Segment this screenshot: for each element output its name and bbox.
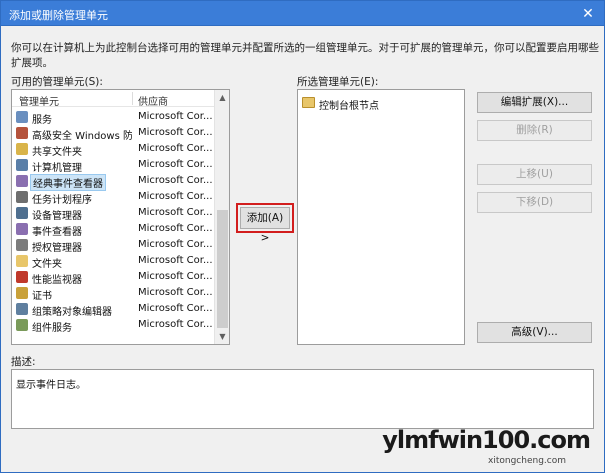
selected-snapins-label: 所选管理单元(E): (297, 76, 379, 88)
snapin-row[interactable]: 组件服务 Microsoft Cor... (12, 317, 216, 334)
snapin-vendor: Microsoft Cor... (138, 271, 213, 282)
close-icon[interactable]: ✕ (578, 4, 598, 24)
list-header: 管理单元 供应商 (12, 90, 214, 108)
snapin-name: 授权管理器 (32, 243, 82, 254)
snapin-vendor: Microsoft Cor... (138, 175, 213, 186)
column-header-name[interactable]: 管理单元 (19, 93, 59, 108)
snapin-row[interactable]: 计算机管理 Microsoft Cor... (12, 157, 216, 174)
clock-icon (16, 191, 28, 203)
folder-icon (16, 255, 28, 267)
snapin-name: 计算机管理 (32, 163, 82, 174)
snapin-row[interactable]: 共享文件夹 Microsoft Cor... (12, 141, 216, 158)
snapin-name: 组策略对象编辑器 (32, 307, 112, 318)
snapin-row[interactable]: 文件夹 Microsoft Cor... (12, 253, 216, 270)
move-up-button[interactable]: 上移(U) (477, 164, 592, 185)
watermark-main: ylmfwin100.com (382, 426, 591, 454)
snapin-name: 文件夹 (32, 259, 62, 270)
snapin-row[interactable]: 高级安全 Windows 防... Microsoft Cor... (12, 125, 216, 142)
add-button[interactable]: 添加(A) > (240, 207, 290, 244)
authorization-icon (16, 239, 28, 251)
shared-folder-icon (16, 143, 28, 155)
console-root-label: 控制台根节点 (319, 101, 379, 112)
snapin-row[interactable]: 事件查看器 Microsoft Cor... (12, 221, 216, 238)
scroll-thumb[interactable] (217, 210, 228, 328)
scroll-up-icon[interactable]: ▲ (218, 93, 227, 102)
snapin-name: 事件查看器 (32, 227, 82, 238)
gears-icon (16, 111, 28, 123)
watermark-sub: xitongcheng.com (488, 456, 566, 466)
snapin-name: 证书 (32, 291, 52, 302)
snapin-name: 共享文件夹 (32, 147, 82, 158)
snapin-row[interactable]: 组策略对象编辑器 Microsoft Cor... (12, 301, 216, 318)
certificate-icon (16, 287, 28, 299)
title-bar: 添加或删除管理单元 ✕ (0, 0, 605, 26)
snapin-vendor: Microsoft Cor... (138, 255, 213, 266)
available-snapins-list[interactable]: 管理单元 供应商 服务 Microsoft Cor... 高级安全 Windows … (11, 89, 230, 345)
group-policy-icon (16, 303, 28, 315)
snapin-name: 服务 (32, 115, 52, 126)
watermark-logo: ylmfwin100.com xitongcheng.com (382, 426, 591, 466)
snapin-row[interactable]: 服务 Microsoft Cor... (12, 109, 216, 126)
selected-snapins-list[interactable]: 控制台根节点 (297, 89, 465, 345)
folder-icon (302, 97, 315, 108)
snapin-rows: 服务 Microsoft Cor... 高级安全 Windows 防... Micro… (12, 109, 216, 334)
snapin-vendor: Microsoft Cor... (138, 159, 213, 170)
column-header-vendor[interactable]: 供应商 (138, 93, 168, 108)
snapin-vendor: Microsoft Cor... (138, 191, 213, 202)
move-down-button[interactable]: 下移(D) (477, 192, 592, 213)
instructions-text: 你可以在计算机上为此控制台选择可用的管理单元并配置所选的一组管理单元。对于可扩展… (11, 42, 599, 69)
performance-icon (16, 271, 28, 283)
device-manager-icon (16, 207, 28, 219)
remove-button[interactable]: 删除(R) (477, 120, 592, 141)
edit-extensions-button[interactable]: 编辑扩展(X)... (477, 92, 592, 113)
description-box: 显示事件日志。 (11, 369, 594, 429)
snapin-vendor: Microsoft Cor... (138, 239, 213, 250)
snapin-vendor: Microsoft Cor... (138, 223, 213, 234)
firewall-icon (16, 127, 28, 139)
snapin-name: 任务计划程序 (32, 195, 92, 206)
event-log-icon (16, 223, 28, 235)
snapin-vendor: Microsoft Cor... (138, 319, 213, 330)
dialog-body: 你可以在计算机上为此控制台选择可用的管理单元并配置所选的一组管理单元。对于可扩展… (0, 26, 605, 473)
list-scrollbar[interactable]: ▲ ▼ (214, 90, 229, 344)
scroll-down-icon[interactable]: ▼ (218, 332, 227, 341)
snapin-name: 设备管理器 (32, 211, 82, 222)
snapin-row[interactable]: 经典事件查看器 Microsoft Cor... (12, 173, 216, 191)
snapin-name: 高级安全 Windows 防... (32, 131, 132, 142)
component-services-icon (16, 319, 28, 331)
description-text: 显示事件日志。 (16, 380, 86, 391)
snapin-row[interactable]: 设备管理器 Microsoft Cor... (12, 205, 216, 222)
snapin-vendor: Microsoft Cor... (138, 207, 213, 218)
snapin-row[interactable]: 证书 Microsoft Cor... (12, 285, 216, 302)
snapin-vendor: Microsoft Cor... (138, 287, 213, 298)
window-title: 添加或删除管理单元 (9, 9, 108, 22)
snapin-row[interactable]: 任务计划程序 Microsoft Cor... (12, 189, 216, 206)
available-snapins-label: 可用的管理单元(S): (11, 76, 103, 88)
snapin-name: 性能监视器 (32, 275, 82, 286)
description-label: 描述: (11, 356, 36, 368)
snapin-vendor: Microsoft Cor... (138, 127, 213, 138)
snapin-vendor: Microsoft Cor... (138, 303, 213, 314)
advanced-button[interactable]: 高级(V)... (477, 322, 592, 343)
snapin-name: 组件服务 (32, 323, 72, 334)
snapin-row[interactable]: 性能监视器 Microsoft Cor... (12, 269, 216, 286)
snapin-vendor: Microsoft Cor... (138, 111, 213, 122)
snapin-vendor: Microsoft Cor... (138, 143, 213, 154)
computer-management-icon (16, 159, 28, 171)
snapin-row[interactable]: 授权管理器 Microsoft Cor... (12, 237, 216, 254)
column-separator[interactable] (132, 92, 133, 105)
event-viewer-icon (16, 175, 28, 187)
